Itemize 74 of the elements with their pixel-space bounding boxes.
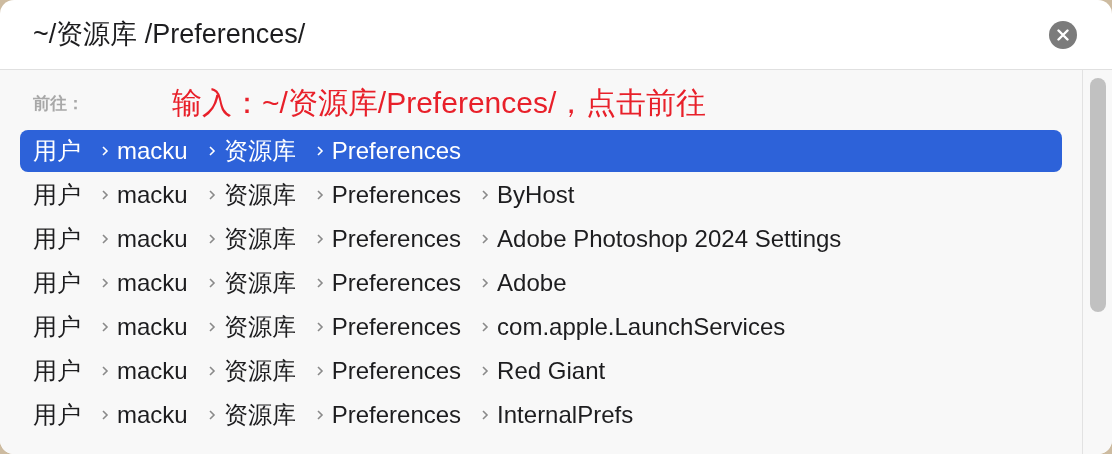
path-field[interactable]: ~/资源库 /Preferences/ xyxy=(33,14,1049,55)
folder-label: Preferences xyxy=(331,400,462,430)
folder-label: Preferences xyxy=(331,136,462,166)
chevron-icon xyxy=(207,321,216,333)
folder-label: 资源库 xyxy=(223,400,296,430)
chevron-icon xyxy=(315,409,324,421)
folder-label: 用户 xyxy=(33,312,81,342)
folder-label: Red Giant xyxy=(497,356,606,386)
chevron-icon xyxy=(315,145,324,157)
path-row[interactable]: 用户 macku 资源库 Preferences ByHost xyxy=(20,174,1062,216)
folder-label: Preferences xyxy=(331,312,462,342)
path-row[interactable]: 用户 macku 资源库 Preferences Adobe Photoshop 2024 Settings xyxy=(20,218,1062,260)
chevron-icon xyxy=(101,145,109,157)
annotation-text: 输入：~/资源库/Preferences/，点击前往 xyxy=(172,84,707,121)
chevron-icon xyxy=(207,233,216,245)
chevron-icon xyxy=(207,145,216,157)
folder-label: 资源库 xyxy=(223,180,296,210)
folder-label: 资源库 xyxy=(223,136,296,166)
chevron-icon xyxy=(481,189,490,201)
folder-label: 用户 xyxy=(33,400,81,430)
chevron-icon xyxy=(315,365,324,377)
folder-label: macku xyxy=(117,180,188,210)
chevron-icon xyxy=(101,277,109,289)
folder-label: 资源库 xyxy=(223,268,296,298)
scrollbar-thumb[interactable] xyxy=(1089,78,1106,312)
folder-label: 用户 xyxy=(33,180,81,210)
folder-label: macku xyxy=(117,224,188,254)
folder-label: ByHost xyxy=(497,180,575,210)
chevron-icon xyxy=(315,321,324,333)
chevron-icon xyxy=(481,277,490,289)
section-label: 前往： xyxy=(33,93,84,116)
chevron-icon xyxy=(207,189,216,201)
folder-label: Adobe Photoshop 2024 Settings xyxy=(497,224,842,254)
chevron-icon xyxy=(207,365,216,377)
chevron-icon xyxy=(315,277,324,289)
chevron-icon xyxy=(101,189,109,201)
chevron-icon xyxy=(481,365,490,377)
folder-label: 资源库 xyxy=(223,356,296,386)
folder-label: 资源库 xyxy=(223,312,296,342)
path-row[interactable]: 用户 macku 资源库 Preferences xyxy=(20,130,1062,172)
chevron-icon xyxy=(101,365,109,377)
folder-label: Preferences xyxy=(331,268,462,298)
chevron-icon xyxy=(207,277,216,289)
chevron-icon xyxy=(481,321,490,333)
path-row[interactable]: 用户 macku 资源库 Preferences Red Giant xyxy=(20,350,1062,392)
chevron-icon xyxy=(481,409,490,421)
folder-label: Preferences xyxy=(331,356,462,386)
close-icon xyxy=(1057,28,1069,41)
path-row[interactable]: 用户 macku 资源库 Preferences Adobe xyxy=(20,262,1062,304)
chevron-icon xyxy=(315,189,324,201)
folder-label: 资源库 xyxy=(223,224,296,254)
folder-label: macku xyxy=(117,268,188,298)
chevron-icon xyxy=(101,233,109,245)
folder-label: com.apple.LaunchServices xyxy=(497,312,786,342)
clear-button[interactable] xyxy=(1049,20,1077,49)
folder-label: 用户 xyxy=(33,136,81,166)
folder-label: macku xyxy=(117,312,188,342)
folder-label: Adobe xyxy=(497,268,567,298)
chevron-icon xyxy=(101,321,109,333)
folder-label: 用户 xyxy=(33,224,81,254)
chevron-icon xyxy=(481,233,490,245)
folder-label: 用户 xyxy=(33,268,81,298)
folder-label: Preferences xyxy=(331,224,462,254)
folder-label: 用户 xyxy=(33,356,81,386)
path-row[interactable]: 用户 macku 资源库 Preferences InternalPrefs xyxy=(20,394,1062,436)
chevron-icon xyxy=(207,409,216,421)
folder-label: Preferences xyxy=(331,180,462,210)
path-row[interactable]: 用户 macku 资源库 Preferences com.apple.LaunchServices xyxy=(20,306,1062,348)
folder-label: InternalPrefs xyxy=(497,400,634,430)
chevron-icon xyxy=(315,233,324,245)
folder-label: macku xyxy=(117,400,188,430)
folder-label: macku xyxy=(117,356,188,386)
folder-label: macku xyxy=(117,136,188,166)
chevron-icon xyxy=(101,409,109,421)
